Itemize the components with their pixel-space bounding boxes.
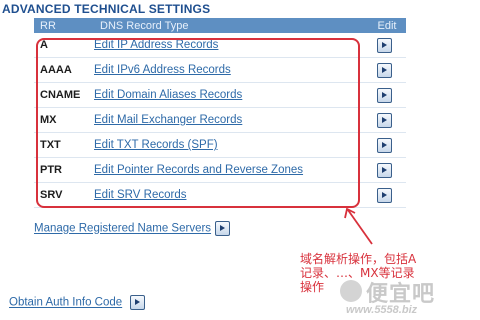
watermark-site: www.5558.biz bbox=[346, 304, 418, 316]
rr-type: MX bbox=[34, 107, 94, 133]
rr-type: SRV bbox=[34, 182, 94, 208]
section-title: ADVANCED TECHNICAL SETTINGS bbox=[2, 2, 211, 16]
table-row: CNAME Edit Domain Aliases Records bbox=[34, 82, 406, 108]
edit-txt-records-link[interactable]: Edit TXT Records (SPF) bbox=[94, 139, 218, 151]
edit-ptr-records-button[interactable] bbox=[377, 162, 392, 178]
manage-name-servers-link[interactable]: Manage Registered Name Servers bbox=[34, 223, 211, 235]
header-rr: RR bbox=[34, 18, 94, 33]
table-row: SRV Edit SRV Records bbox=[34, 182, 406, 208]
dns-records-table: RR DNS Record Type Edit A Edit IP Addres… bbox=[34, 18, 406, 208]
annotation-line-1: 域名解析操作，包括A bbox=[300, 252, 417, 266]
edit-a-records-button[interactable] bbox=[377, 37, 392, 53]
manage-name-servers-row: Manage Registered Name Servers bbox=[34, 221, 231, 236]
watermark-logo-icon bbox=[340, 280, 362, 302]
table-row: MX Edit Mail Exchanger Records bbox=[34, 107, 406, 133]
rr-type: AAAA bbox=[34, 57, 94, 83]
edit-aaaa-records-link[interactable]: Edit IPv6 Address Records bbox=[94, 64, 231, 76]
edit-cname-records-link[interactable]: Edit Domain Aliases Records bbox=[94, 89, 242, 101]
rr-type: CNAME bbox=[34, 82, 94, 108]
edit-mx-records-link[interactable]: Edit Mail Exchanger Records bbox=[94, 114, 242, 126]
edit-ptr-records-link[interactable]: Edit Pointer Records and Reverse Zones bbox=[94, 164, 303, 176]
edit-txt-records-button[interactable] bbox=[377, 137, 392, 153]
edit-aaaa-records-button[interactable] bbox=[377, 62, 392, 78]
edit-mx-records-button[interactable] bbox=[377, 112, 392, 128]
manage-name-servers-button[interactable] bbox=[215, 221, 231, 236]
table-header-row: RR DNS Record Type Edit bbox=[34, 18, 406, 33]
edit-srv-records-button[interactable] bbox=[377, 187, 392, 203]
auth-info-button[interactable] bbox=[130, 295, 146, 310]
table-row: AAAA Edit IPv6 Address Records bbox=[34, 57, 406, 83]
table-row: A Edit IP Address Records bbox=[34, 33, 406, 58]
table-row: PTR Edit Pointer Records and Reverse Zon… bbox=[34, 157, 406, 183]
edit-cname-records-button[interactable] bbox=[377, 87, 392, 103]
auth-info-row: Obtain Auth Info Code bbox=[9, 295, 146, 310]
edit-a-records-link[interactable]: Edit IP Address Records bbox=[94, 39, 218, 51]
table-row: TXT Edit TXT Records (SPF) bbox=[34, 132, 406, 158]
header-edit: Edit bbox=[354, 18, 406, 33]
auth-info-link[interactable]: Obtain Auth Info Code bbox=[9, 297, 122, 309]
rr-type: PTR bbox=[34, 157, 94, 183]
watermark: 便宜吧 www.5558.biz bbox=[340, 278, 478, 318]
header-dns-record-type: DNS Record Type bbox=[94, 18, 354, 33]
rr-type: TXT bbox=[34, 132, 94, 158]
rr-type: A bbox=[34, 33, 94, 58]
edit-srv-records-link[interactable]: Edit SRV Records bbox=[94, 189, 186, 201]
